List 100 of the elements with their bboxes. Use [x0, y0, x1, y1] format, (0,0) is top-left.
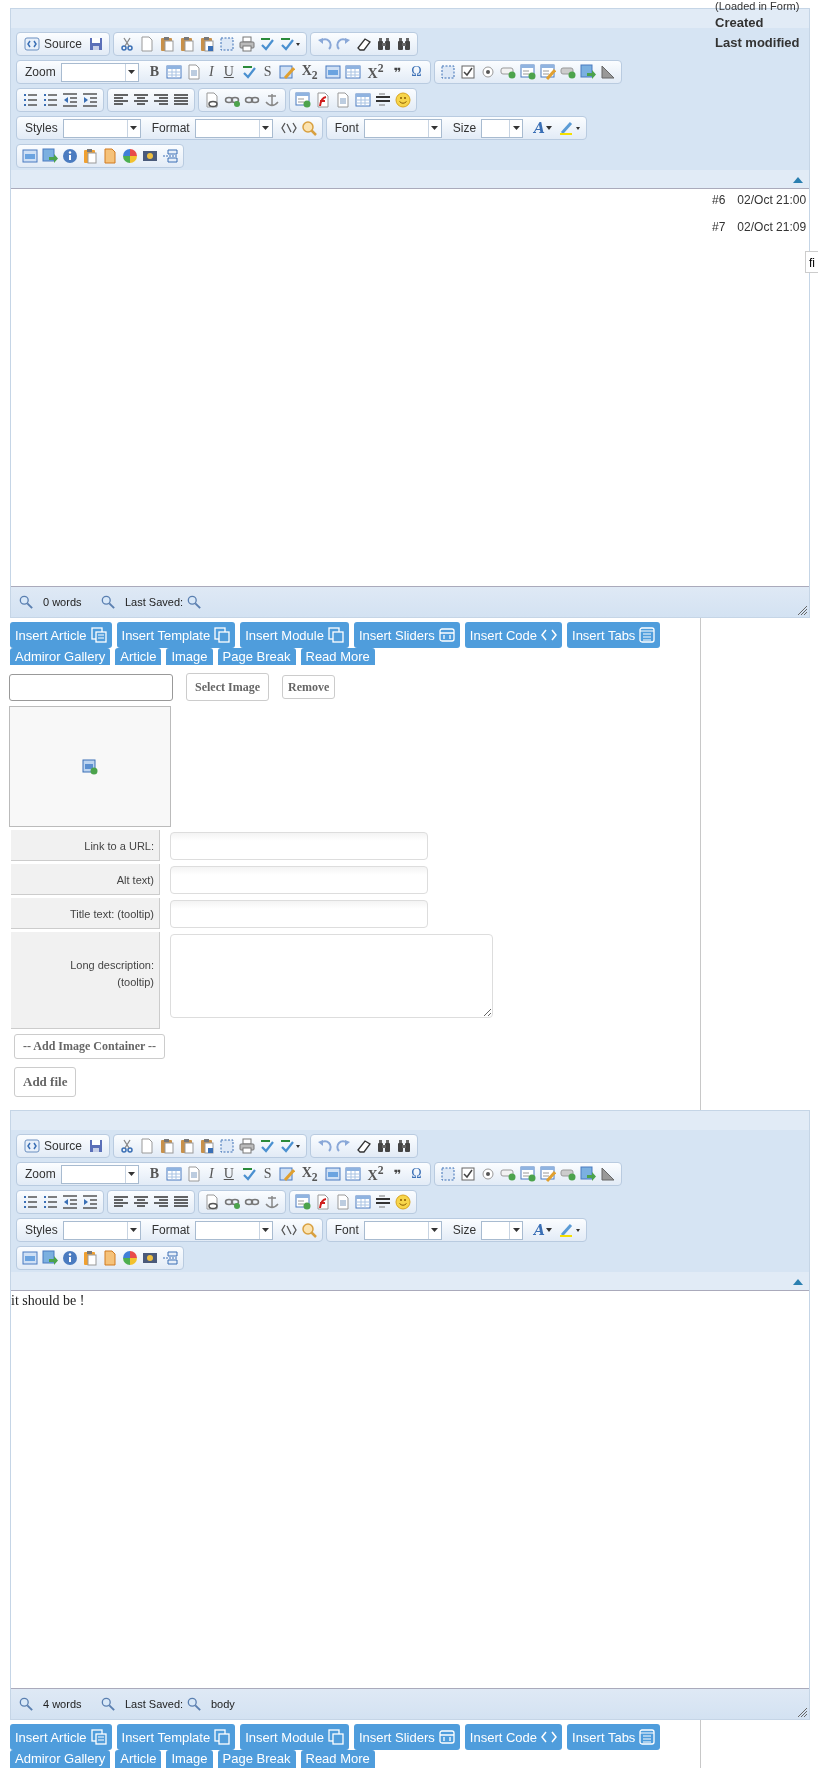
- dropdown-field[interactable]: [363, 118, 442, 138]
- omega-button[interactable]: Ω: [408, 64, 425, 80]
- remove-button[interactable]: Remove: [282, 675, 336, 699]
- page-break-icon[interactable]: [162, 148, 178, 164]
- ruler-icon[interactable]: [599, 64, 616, 80]
- spellcheck-icon[interactable]: [240, 64, 257, 80]
- page-break-icon[interactable]: [162, 1250, 178, 1266]
- dropdown-field[interactable]: [60, 1164, 139, 1184]
- insert-button[interactable]: Insert Article: [10, 622, 112, 648]
- resize-grip-icon[interactable]: [797, 605, 807, 615]
- smiley-icon[interactable]: [395, 1194, 411, 1210]
- smiley-icon[interactable]: [395, 92, 411, 108]
- align-left-icon[interactable]: [113, 92, 129, 108]
- align-center-icon[interactable]: [133, 1194, 149, 1210]
- clipboard-icon[interactable]: [199, 36, 216, 52]
- flash-icon[interactable]: [315, 1194, 331, 1210]
- window-icon[interactable]: [22, 148, 38, 164]
- insert-button[interactable]: Insert Sliders: [353, 622, 460, 648]
- link-page-icon[interactable]: [204, 92, 220, 108]
- image-icon[interactable]: [324, 64, 341, 80]
- strikethrough-button[interactable]: S: [260, 1166, 275, 1182]
- flash-icon[interactable]: [315, 92, 331, 108]
- image-add-icon[interactable]: [295, 92, 311, 108]
- form-edit-icon[interactable]: [539, 64, 556, 80]
- info-icon[interactable]: [62, 1250, 78, 1266]
- italic-button[interactable]: I: [206, 64, 217, 80]
- align-right-icon[interactable]: [153, 1194, 169, 1210]
- radio-icon[interactable]: [479, 64, 496, 80]
- image-pencil-icon[interactable]: [278, 64, 295, 80]
- spellcheck-icon[interactable]: [279, 1138, 302, 1154]
- plugin-button[interactable]: Admiror Gallery: [10, 1750, 111, 1768]
- clipboard-icon[interactable]: [179, 36, 196, 52]
- color-wheel-icon[interactable]: [122, 148, 138, 164]
- editor-content[interactable]: it should be !: [11, 1290, 809, 1689]
- plugin-button[interactable]: Article: [115, 648, 162, 665]
- image-icon[interactable]: [324, 1166, 341, 1182]
- plugin-button[interactable]: Admiror Gallery: [10, 648, 111, 665]
- strikethrough-button[interactable]: S: [260, 64, 275, 80]
- dropdown-field[interactable]: [194, 118, 273, 138]
- field-add-icon[interactable]: [499, 64, 516, 80]
- align-center-icon[interactable]: [133, 92, 149, 108]
- clipboard-icon[interactable]: [199, 1138, 216, 1154]
- subscript-button[interactable]: X$_{2}$: [298, 62, 321, 82]
- text-field[interactable]: [170, 900, 428, 928]
- select-image-button[interactable]: Select Image: [186, 673, 269, 701]
- add-file-button[interactable]: Add file: [14, 1067, 77, 1097]
- insert-button[interactable]: Insert Sliders: [353, 1724, 460, 1750]
- binoculars-icon[interactable]: [376, 1138, 393, 1154]
- clipboard-icon[interactable]: [82, 148, 98, 164]
- bullet-list-icon[interactable]: [42, 1194, 58, 1210]
- superscript-button[interactable]: X$^{2}$: [364, 62, 387, 82]
- undo-icon[interactable]: [316, 1138, 333, 1154]
- outdent-icon[interactable]: [62, 92, 78, 108]
- omega-button[interactable]: Ω: [408, 1166, 425, 1182]
- lines-icon[interactable]: [375, 1194, 391, 1210]
- anchor-icon[interactable]: [264, 92, 280, 108]
- numbered-list-icon[interactable]: [22, 92, 38, 108]
- printer-icon[interactable]: [239, 1138, 256, 1154]
- underline-button[interactable]: U: [220, 64, 237, 80]
- link-page-icon[interactable]: [204, 1194, 220, 1210]
- color-wheel-icon[interactable]: [122, 1250, 138, 1266]
- image-path-field[interactable]: [9, 673, 173, 701]
- plugin-button[interactable]: Page Break: [217, 648, 296, 665]
- blockquote-button[interactable]: ❞: [390, 1166, 405, 1182]
- clipboard-icon[interactable]: [159, 1138, 176, 1154]
- spellcheck-icon[interactable]: [279, 36, 302, 52]
- underline-button[interactable]: U: [220, 1166, 237, 1182]
- resize-grip-icon[interactable]: [797, 1707, 807, 1717]
- plugin-button[interactable]: Read More: [300, 1750, 375, 1768]
- text-color-button[interactable]: A: [531, 1222, 555, 1238]
- form-edit-icon[interactable]: [539, 1166, 556, 1182]
- form-add-icon[interactable]: [519, 64, 536, 80]
- grid-icon[interactable]: [166, 1166, 183, 1182]
- ruler-icon[interactable]: [599, 1166, 616, 1182]
- checkbox-icon[interactable]: [459, 64, 476, 80]
- element-path[interactable]: body: [211, 1698, 235, 1710]
- document-icon[interactable]: [102, 148, 118, 164]
- form-add-icon[interactable]: [519, 1166, 536, 1182]
- superscript-button[interactable]: X$^{2}$: [364, 1164, 387, 1184]
- add-image-container-button[interactable]: -- Add Image Container --: [14, 1034, 166, 1059]
- insert-button[interactable]: Insert Code: [464, 1724, 562, 1750]
- clipboard-icon[interactable]: [179, 1138, 196, 1154]
- dropdown-field[interactable]: [194, 1220, 273, 1240]
- insert-button[interactable]: Insert Template: [116, 622, 236, 648]
- align-left-icon[interactable]: [113, 1194, 129, 1210]
- binoculars-icon[interactable]: [376, 36, 393, 52]
- photo-icon[interactable]: [142, 148, 158, 164]
- dropdown-field[interactable]: [363, 1220, 442, 1240]
- insert-button[interactable]: Insert Tabs: [567, 1724, 661, 1750]
- lines-icon[interactable]: [375, 92, 391, 108]
- plugin-button[interactable]: Image: [166, 1750, 213, 1768]
- save-icon[interactable]: [88, 1138, 105, 1154]
- button-add-icon[interactable]: [559, 64, 576, 80]
- grid-icon[interactable]: [344, 1166, 361, 1182]
- anchor-icon[interactable]: [264, 1194, 280, 1210]
- insert-button[interactable]: Insert Code: [464, 622, 562, 648]
- window-icon[interactable]: [22, 1250, 38, 1266]
- grid-icon[interactable]: [166, 64, 183, 80]
- collapse-icon[interactable]: [793, 1279, 803, 1285]
- selection-icon[interactable]: [219, 1138, 236, 1154]
